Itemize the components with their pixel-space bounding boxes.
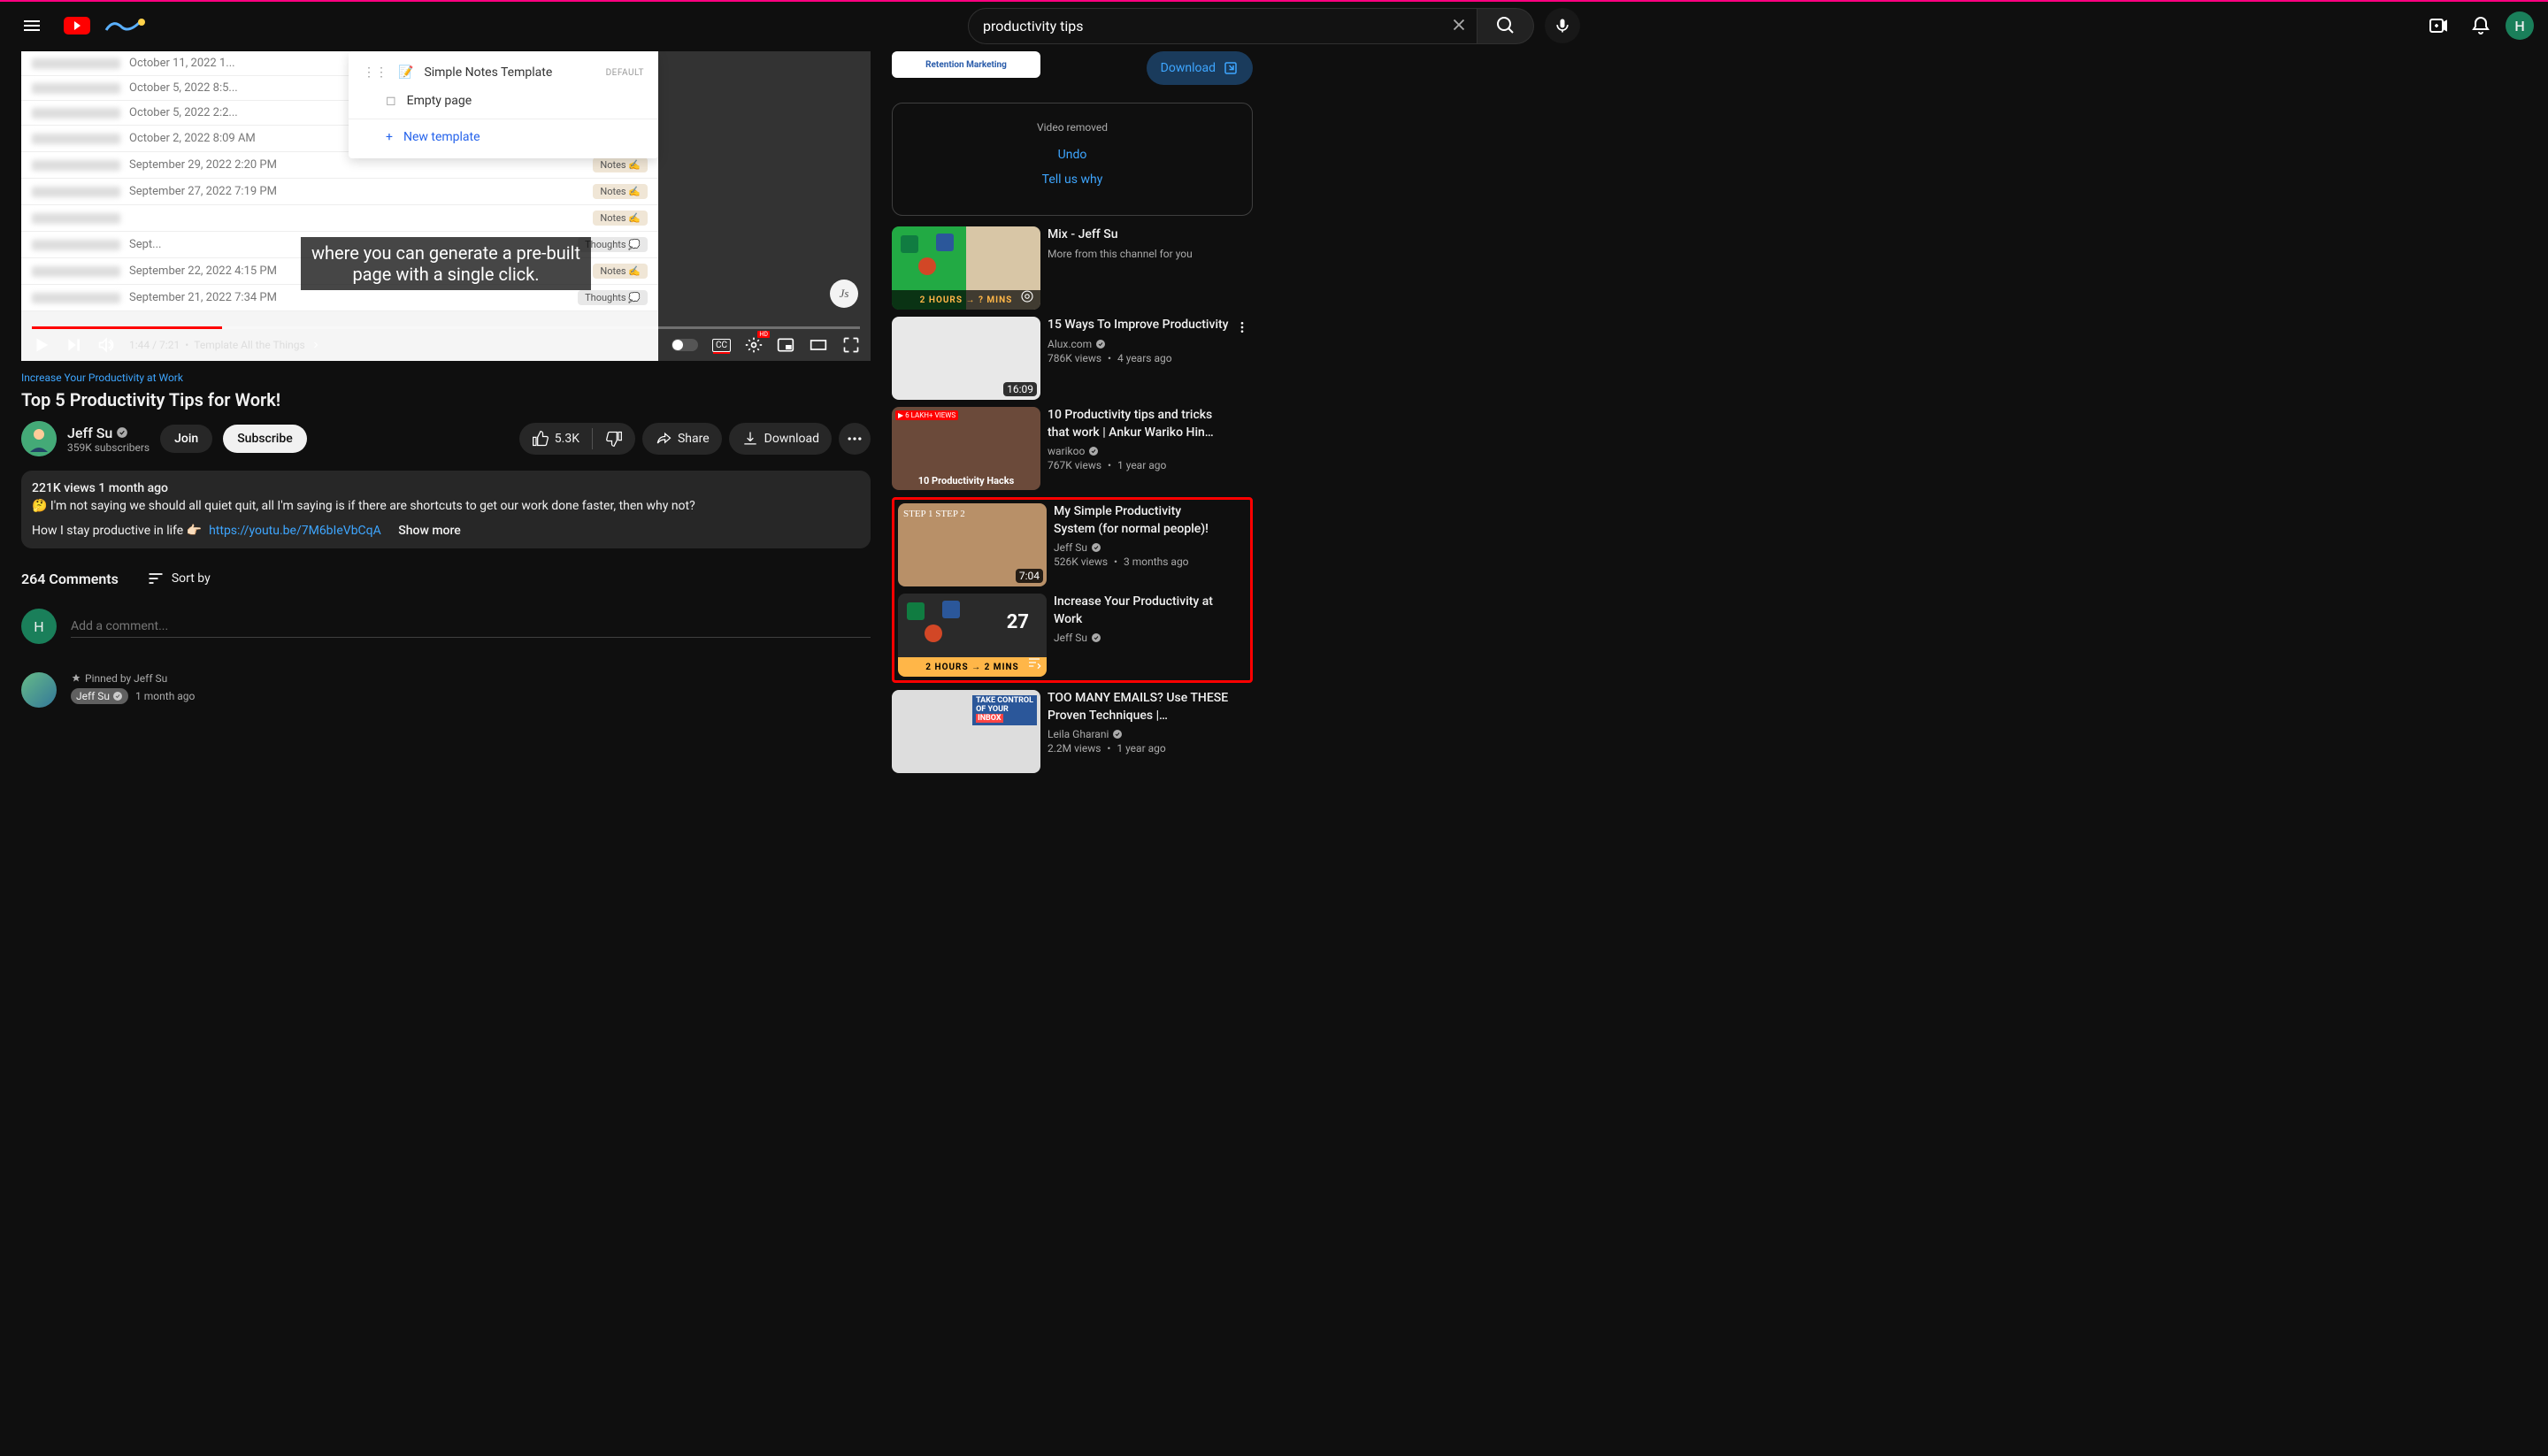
dislike-button[interactable] (593, 423, 635, 455)
recommendation-item[interactable]: 16:09 15 Ways To Improve Productivity Al… (892, 317, 1253, 400)
highlighted-recommendations: STEP 1 STEP 2 7:04 My Simple Productivit… (892, 497, 1253, 683)
recommendation-thumbnail: STEP 1 STEP 2 7:04 (898, 503, 1047, 586)
voice-search-button[interactable] (1545, 8, 1580, 43)
youtube-logo[interactable] (64, 17, 90, 34)
subscriber-count: 359K subscribers (67, 441, 150, 454)
recommendation-channel: Leila Gharani (1048, 728, 1232, 740)
recommendation-menu-button[interactable] (1232, 317, 1253, 338)
comment-age: 1 month ago (135, 690, 195, 702)
description-text: 🤔 I'm not saying we should all quiet qui… (32, 499, 860, 513)
verified-icon (1091, 542, 1101, 553)
recommendation-title: TOO MANY EMAILS? Use THESE Proven Techni… (1048, 690, 1232, 724)
comments-count: 264 Comments (21, 571, 119, 587)
recommendation-item[interactable]: TAKE CONTROLOF YOURINBOX TOO MANY EMAILS… (892, 690, 1253, 773)
recommendation-title: My Simple Productivity System (for norma… (1054, 503, 1225, 538)
share-button[interactable]: Share (642, 423, 722, 455)
autoplay-toggle[interactable] (672, 339, 698, 351)
show-more-button[interactable]: Show more (398, 524, 461, 538)
video-title: Top 5 Productivity Tips for Work! (21, 389, 871, 410)
recommendation-thumbnail: TAKE CONTROLOF YOURINBOX (892, 690, 1040, 773)
sponsor-thumbnail[interactable]: Retention Marketing (892, 51, 1040, 78)
recommendation-title: 15 Ways To Improve Productivity (1048, 317, 1232, 334)
tell-us-why-link[interactable]: Tell us why (910, 172, 1234, 187)
pinned-label: Pinned by Jeff Su (71, 672, 871, 685)
like-button[interactable]: 5.3K (519, 423, 592, 455)
undo-link[interactable]: Undo (910, 148, 1234, 162)
search-button[interactable] (1477, 8, 1534, 44)
description-link[interactable]: https://youtu.be/7M6bIeVbCqA (209, 524, 381, 538)
next-button[interactable] (65, 336, 83, 354)
comment-author-chip[interactable]: Jeff Su (71, 688, 128, 704)
verified-icon (1091, 632, 1101, 643)
recommendation-title: 10 Productivity tips and tricks that wor… (1048, 407, 1232, 441)
verified-icon (1095, 339, 1106, 349)
join-button[interactable]: Join (160, 425, 212, 453)
recommendation-meta: 526K views ・ 3 months ago (1054, 554, 1225, 569)
recommendation-thumbnail: 2 HOURS → ? MINS (892, 226, 1040, 310)
miniplayer-button[interactable] (777, 336, 794, 354)
subscribe-button[interactable]: Subscribe (223, 425, 307, 453)
removed-label: Video removed (910, 121, 1234, 134)
recommendation-channel: warikoo (1048, 445, 1232, 457)
volume-button[interactable] (97, 336, 115, 354)
video-removed-card: Video removed Undo Tell us why (892, 103, 1253, 216)
caption-text: where you can generate a pre-built page … (301, 237, 591, 290)
recommendation-thumbnail: ▶ 6 LAKH+ VIEWS 10 Productivity Hacks (892, 407, 1040, 490)
recommendation-channel: Alux.com (1048, 338, 1232, 350)
recommendation-item[interactable]: STEP 1 STEP 2 7:04 My Simple Productivit… (898, 503, 1247, 586)
recommendation-item[interactable]: ▶ 6 LAKH+ VIEWS 10 Productivity Hacks 10… (892, 407, 1253, 490)
play-button[interactable] (32, 335, 51, 355)
clear-search-icon[interactable] (1449, 15, 1469, 34)
recommendation-meta: 767K views ・ 1 year ago (1048, 457, 1232, 472)
recommendation-thumbnail: 16:09 (892, 317, 1040, 400)
settings-button[interactable]: HD (745, 336, 763, 354)
notifications-button[interactable] (2463, 8, 2498, 43)
recommendation-meta: 2.2M views ・ 1 year ago (1048, 740, 1232, 755)
recommendation-item[interactable]: 2 HOURS → ? MINS Mix - Jeff Su More from… (892, 226, 1253, 310)
more-actions-button[interactable] (839, 423, 871, 455)
channel-avatar[interactable] (21, 421, 57, 456)
fullscreen-button[interactable] (842, 336, 860, 354)
account-avatar[interactable]: H (2506, 11, 2534, 40)
theater-button[interactable] (809, 336, 828, 354)
playlist-link[interactable]: Increase Your Productivity at Work (21, 372, 871, 384)
recommendation-item[interactable]: 27 2 HOURS → 2 MINS Increase Your Produc… (898, 594, 1247, 677)
user-avatar: H (21, 609, 57, 644)
comment-input[interactable] (71, 616, 871, 638)
menu-button[interactable] (14, 8, 50, 43)
captions-button[interactable]: CC (712, 339, 731, 352)
recommendation-title: Increase Your Productivity at Work (1054, 594, 1225, 628)
doodle-icon (104, 15, 149, 36)
time-display: 1:44 / 7:21•Template All the Things (129, 339, 321, 351)
recommendation-thumbnail: 27 2 HOURS → 2 MINS (898, 594, 1047, 677)
sort-button[interactable]: Sort by (147, 570, 211, 587)
verified-icon (1112, 729, 1123, 739)
recommendation-channel: Jeff Su (1054, 541, 1225, 554)
recommendation-meta: 786K views ・ 4 years ago (1048, 350, 1232, 365)
template-dropdown: ⋮⋮📝Simple Notes TemplateDEFAULT ◻Empty p… (349, 51, 658, 158)
video-player[interactable]: October 11, 2022 1... October 5, 2022 8:… (21, 51, 871, 361)
download-button[interactable]: Download (729, 423, 832, 455)
view-count-date: 221K views 1 month ago (32, 481, 860, 495)
commenter-avatar[interactable] (21, 672, 57, 708)
recommendation-channel: Jeff Su (1054, 632, 1225, 644)
create-button[interactable] (2421, 8, 2456, 43)
verified-icon (1088, 446, 1099, 456)
recommendation-title: Mix - Jeff Su (1048, 226, 1232, 244)
sidebar-download-button[interactable]: Download (1147, 51, 1253, 85)
channel-name[interactable]: Jeff Su (67, 425, 150, 441)
recommendation-channel: More from this channel for you (1048, 248, 1232, 260)
search-input[interactable] (968, 8, 1477, 44)
description-box[interactable]: 221K views 1 month ago 🤔 I'm not saying … (21, 471, 871, 548)
